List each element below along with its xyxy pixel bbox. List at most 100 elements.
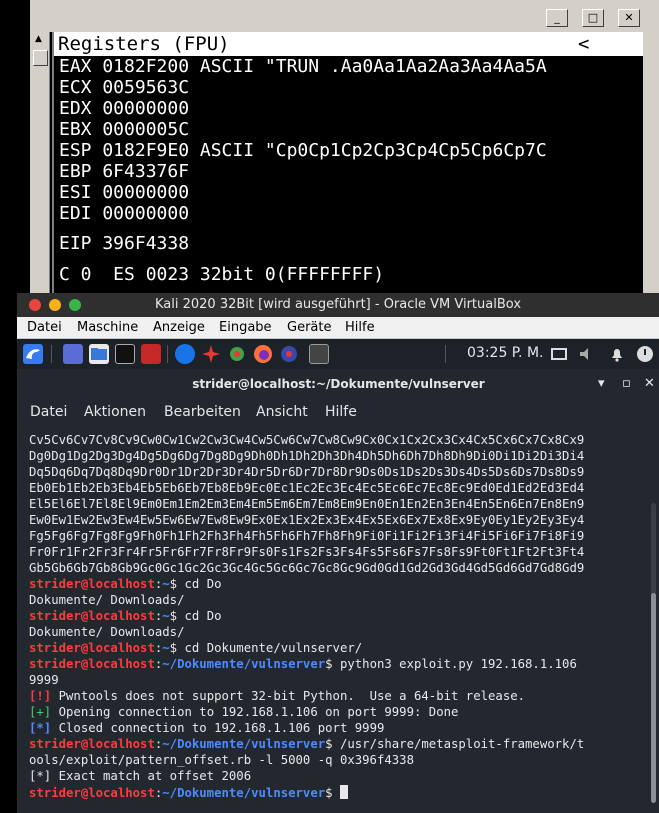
prompt-dir: ~/Dokumente/vulnserver	[162, 657, 326, 671]
command-line: strider@localhost:~/Dokumente/vulnserver…	[29, 657, 577, 671]
register-ebp[interactable]: EBP 6F43376F	[59, 161, 189, 182]
terminal-close-icon[interactable]: ✕	[644, 376, 655, 391]
menu-maschine[interactable]: Maschine	[77, 320, 138, 335]
network-tool-icon[interactable]	[279, 344, 299, 364]
log-line: [*] Closed connection to 192.168.1.106 p…	[29, 721, 384, 735]
pattern-line: Ew0Ew1Ew2Ew3Ew4Ew5Ew6Ew7Ew8Ew9Ex0Ex1Ex2E…	[29, 513, 585, 527]
file-manager-icon[interactable]	[89, 344, 109, 364]
prompt-dir: ~	[162, 641, 170, 655]
vertical-scrollbar[interactable]: ▲	[32, 32, 50, 300]
terminal-scrollbar-thumb[interactable]	[651, 593, 656, 803]
prompt-dollar: $	[169, 641, 178, 655]
prompt-dir: ~	[162, 577, 170, 591]
pattern-line: Cv5Cv6Cv7Cv8Cv9Cw0Cw1Cw2Cw3Cw4Cw5Cw6Cw7C…	[29, 433, 585, 447]
maximize-button[interactable]: □	[582, 9, 604, 27]
log-mark: [+]	[29, 705, 52, 719]
terminal-icon[interactable]	[115, 344, 135, 364]
terminal-minimize-icon[interactable]: ▾	[598, 376, 605, 391]
virtualbox-title: Kali 2020 32Bit [wird ausgeführt] - Orac…	[154, 297, 522, 312]
scrollbar-thumb[interactable]	[33, 50, 48, 66]
prompt-user: strider@localhost	[29, 641, 155, 655]
debugger-right-edge	[643, 32, 659, 300]
pattern-line: Fr0Fr1Fr2Fr3Fr4Fr5Fr6Fr7Fr8Fr9Fs0Fs1Fs2F…	[29, 545, 585, 559]
register-edi[interactable]: EDI 00000000	[59, 203, 189, 224]
burp-icon[interactable]	[201, 344, 221, 364]
register-esp[interactable]: ESP 0182F9E0 ASCII "Cp0Cp1Cp2Cp3Cp4Cp5Cp…	[59, 140, 547, 161]
command-text: python3 exploit.py 192.168.1.106	[332, 657, 577, 671]
close-button[interactable]: ✕	[618, 9, 640, 27]
terminal-menubar: Datei Aktionen Bearbeiten Ansicht Hilfe	[18, 399, 659, 427]
command-line: strider@localhost:~$ cd Dokumente/vulnse…	[29, 641, 362, 655]
register-eax[interactable]: EAX 0182F200 ASCII "TRUN .Aa0Aa1Aa2Aa3Aa…	[59, 56, 547, 77]
active-prompt[interactable]: strider@localhost:~/Dokumente/vulnserver…	[29, 785, 348, 800]
registers-pane: Registers (FPU) < EAX 0182F200 ASCII "TR…	[52, 32, 643, 300]
active-terminal-task-icon[interactable]	[309, 344, 329, 364]
terminal-output[interactable]: Cv5Cv6Cv7Cv8Cv9Cw0Cw1Cw2Cw3Cw4Cw5Cw6Cw7C…	[18, 427, 659, 813]
workspace-icon[interactable]	[63, 344, 83, 364]
menu-anzeige[interactable]: Anzeige	[153, 320, 205, 335]
notification-bell-icon[interactable]	[607, 344, 627, 364]
prompt-user: strider@localhost	[29, 609, 155, 623]
terminal-menu-aktionen[interactable]: Aktionen	[84, 404, 146, 420]
terminal-menu-bearbeiten[interactable]: Bearbeiten	[164, 404, 241, 420]
menu-geraete[interactable]: Geräte	[287, 320, 331, 335]
virtualbox-window: Kali 2020 32Bit [wird ausgeführt] - Orac…	[17, 293, 659, 813]
command-continuation: ools/exploit/pattern_offset.rb -l 5000 -…	[29, 753, 414, 767]
chromium-icon[interactable]	[175, 344, 195, 364]
prompt-dollar: $	[325, 657, 333, 671]
pane-title: Registers (FPU)	[58, 33, 230, 55]
virtualbox-titlebar: Kali 2020 32Bit [wird ausgeführt] - Orac…	[17, 293, 659, 317]
scroll-up-icon[interactable]: ▲	[35, 34, 42, 44]
log-text: Closed connection to 192.168.1.106 port …	[51, 721, 385, 735]
register-ecx[interactable]: ECX 0059563C	[59, 77, 189, 98]
prompt-dir: ~/Dokumente/vulnserver	[162, 786, 326, 800]
firefox-icon[interactable]	[253, 344, 273, 364]
menu-hilfe[interactable]: Hilfe	[345, 320, 375, 335]
terminal-menu-ansicht[interactable]: Ansicht	[256, 404, 308, 420]
command-line: strider@localhost:~$ cd Do	[29, 609, 222, 623]
panel-clock[interactable]: 03:25 P. M.	[467, 345, 544, 361]
register-esi[interactable]: ESI 00000000	[59, 182, 189, 203]
command-line: strider@localhost:~$ cd Do	[29, 577, 222, 591]
menu-eingabe[interactable]: Eingabe	[219, 320, 272, 335]
maltego-icon[interactable]	[227, 344, 247, 364]
prompt-user: strider@localhost	[29, 786, 155, 800]
command-continuation: 9999	[29, 673, 59, 687]
flag-c-es[interactable]: C 0 ES 0023 32bit 0(FFFFFFFF)	[59, 264, 384, 285]
kali-menu-icon[interactable]	[23, 344, 43, 364]
log-text: Opening connection to 192.168.1.106 on p…	[51, 705, 459, 719]
power-icon[interactable]	[635, 344, 655, 364]
volume-icon[interactable]	[577, 344, 597, 364]
terminal-maximize-icon[interactable]: ▫	[622, 376, 631, 391]
prompt-dollar: $	[169, 609, 178, 623]
log-mark: [!]	[29, 689, 52, 703]
terminal-menu-hilfe[interactable]: Hilfe	[325, 404, 357, 420]
result-line: [*] Exact match at offset 2006	[29, 769, 252, 783]
prompt-dollar: $	[325, 737, 333, 751]
register-ebx[interactable]: EBX 0000005C	[59, 119, 189, 140]
screen-recorder-icon[interactable]	[141, 344, 161, 364]
command-text: cd Do	[177, 609, 222, 623]
output-line: Dokumente/ Downloads/	[29, 593, 185, 607]
debugger-window: _ □ ✕ ▲ Registers (FPU) < EAX 0182F200 A…	[0, 0, 659, 300]
register-eip[interactable]: EIP 396F4338	[59, 233, 189, 254]
prompt-user: strider@localhost	[29, 577, 155, 591]
cpu-pane-edge	[0, 0, 32, 300]
prompt-dir: ~/Dokumente/vulnserver	[162, 737, 326, 751]
debugger-titlebar: _ □ ✕	[32, 0, 659, 32]
text-cursor	[339, 785, 348, 799]
register-edx[interactable]: EDX 00000000	[59, 98, 189, 119]
display-icon[interactable]	[549, 344, 569, 364]
pattern-line: Gb5Gb6Gb7Gb8Gb9Gc0Gc1Gc2Gc3Gc4Gc5Gc6Gc7G…	[29, 561, 585, 575]
pattern-line: Eb0Eb1Eb2Eb3Eb4Eb5Eb6Eb7Eb8Eb9Ec0Ec1Ec2E…	[29, 481, 585, 495]
menu-datei[interactable]: Datei	[27, 320, 62, 335]
prompt-user: strider@localhost	[29, 657, 155, 671]
log-mark: [*]	[29, 721, 52, 735]
pattern-line: Fg5Fg6Fg7Fg8Fg9Fh0Fh1Fh2Fh3Fh4Fh5Fh6Fh7F…	[29, 529, 585, 543]
terminal-menu-datei[interactable]: Datei	[30, 404, 67, 420]
minimize-button[interactable]: _	[546, 9, 568, 27]
prompt-user: strider@localhost	[29, 737, 155, 751]
log-text: Pwntools does not support 32-bit Python.…	[51, 689, 526, 703]
output-line: Dokumente/ Downloads/	[29, 625, 185, 639]
terminal-scrollbar[interactable]	[651, 503, 656, 803]
